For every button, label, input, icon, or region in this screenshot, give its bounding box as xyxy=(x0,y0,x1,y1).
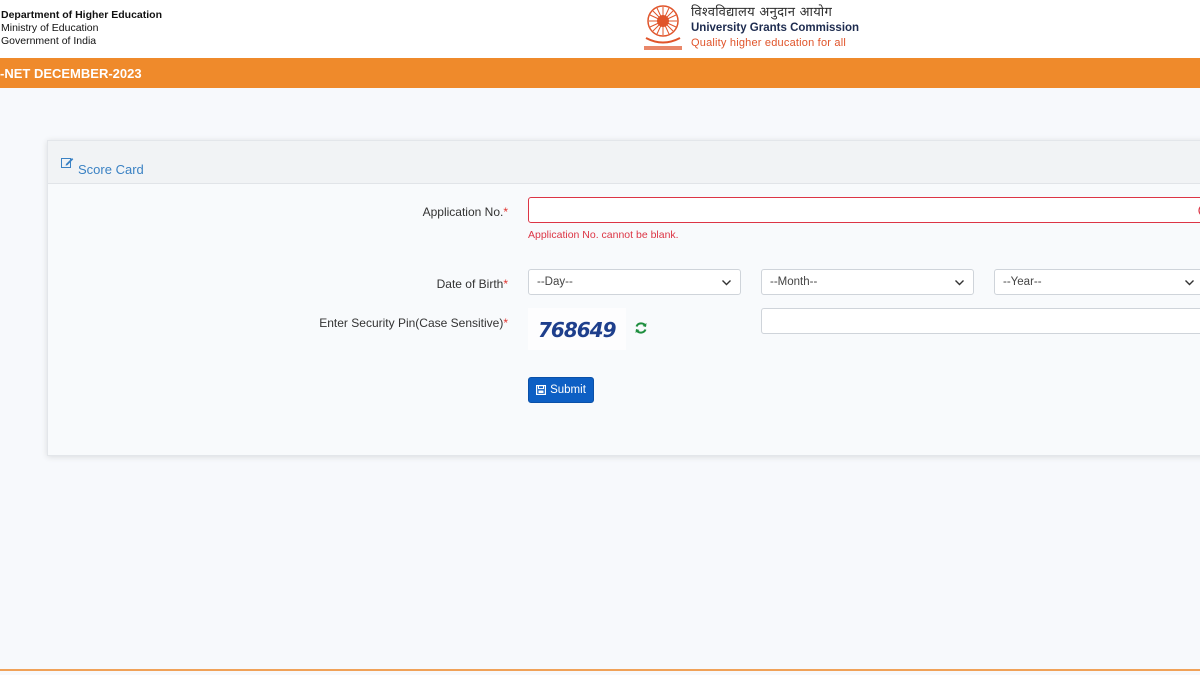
card-header: Score Card xyxy=(48,141,1200,184)
submit-button[interactable]: Submit xyxy=(528,377,594,403)
year-select[interactable]: --Year-- xyxy=(994,269,1200,295)
chevron-down-icon xyxy=(1184,277,1195,288)
chevron-down-icon xyxy=(954,277,965,288)
chevron-down-icon xyxy=(721,277,732,288)
ugc-branding: विश्वविद्यालय अनुदान आयोग University Gra… xyxy=(640,3,859,55)
submit-label: Submit xyxy=(550,384,586,396)
application-label: Application No.* xyxy=(348,205,508,219)
required-mark: * xyxy=(503,205,508,219)
government-name: Government of India xyxy=(1,35,97,47)
refresh-icon[interactable] xyxy=(634,321,648,335)
card-title: Score Card xyxy=(78,161,144,177)
ugc-tagline: Quality higher education for all xyxy=(691,37,846,49)
required-mark: * xyxy=(503,316,508,330)
security-pin-input-wrapper xyxy=(761,308,1200,334)
ugc-english-name: University Grants Commission xyxy=(691,22,860,34)
captcha-image: 768649 xyxy=(528,308,626,350)
dob-label-text: Date of Birth xyxy=(436,277,504,291)
department-title: Department of Higher Education xyxy=(1,9,163,21)
top-header: Department of Higher Education Ministry … xyxy=(0,0,1200,58)
day-select-value: --Day-- xyxy=(537,276,573,288)
application-label-text: Application No. xyxy=(422,205,504,219)
application-input[interactable] xyxy=(529,198,1200,222)
security-pin-input[interactable] xyxy=(762,309,1200,333)
ugc-hindi-name: विश्वविद्यालय अनुदान आयोग xyxy=(691,5,833,20)
dob-label: Date of Birth* xyxy=(348,277,508,291)
month-select-value: --Month-- xyxy=(770,276,818,288)
captcha-text: 768649 xyxy=(538,318,617,342)
ministry-name: Ministry of Education xyxy=(1,22,99,34)
required-mark: * xyxy=(503,277,508,291)
exam-title: -NET DECEMBER-2023 xyxy=(0,66,142,81)
footer-divider xyxy=(0,669,1200,671)
edit-icon xyxy=(61,157,74,169)
ugc-emblem-icon xyxy=(640,3,686,53)
exam-banner: -NET DECEMBER-2023 xyxy=(0,58,1200,88)
month-select[interactable]: --Month-- xyxy=(761,269,974,295)
score-card-panel: Score Card Application No.* Application … xyxy=(47,140,1200,456)
ugc-text: विश्वविद्यालय अनुदान आयोग University Gra… xyxy=(691,3,859,50)
application-error-message: Application No. cannot be blank. xyxy=(528,229,679,241)
day-select[interactable]: --Day-- xyxy=(528,269,741,295)
department-info: Department of Higher Education Ministry … xyxy=(1,9,162,48)
year-select-value: --Year-- xyxy=(1003,276,1042,288)
security-pin-label: Enter Security Pin(Case Sensitive)* xyxy=(278,316,508,330)
security-pin-label-text: Enter Security Pin(Case Sensitive) xyxy=(319,316,504,330)
save-icon xyxy=(536,385,547,396)
application-input-wrapper xyxy=(528,197,1200,223)
